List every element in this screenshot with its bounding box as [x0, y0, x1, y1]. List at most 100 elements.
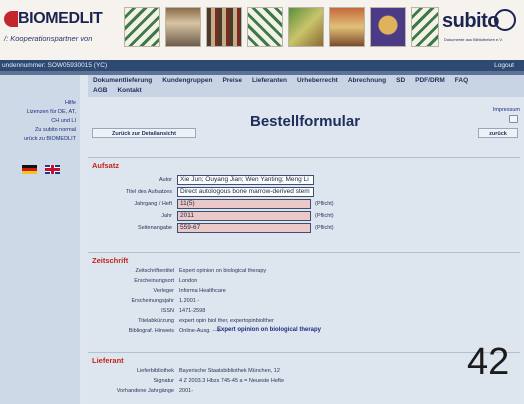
subito-tagline: Dokumente aus Bibliotheken e.V. [444, 37, 503, 42]
journal-row: Bibliograf. Hinweis Online-Ausg. ---> Ex… [88, 327, 520, 336]
nav-item-agb[interactable]: AGB [88, 87, 112, 97]
main-content: Impressum Bestellformular Zurück zur Det… [80, 97, 524, 404]
sidebar-link-back-biomedlit[interactable]: urück zu BIOMEDLIT [24, 135, 76, 144]
supplying-library-label: Lieferbibliothek [137, 368, 174, 374]
author-label: Autor [158, 177, 172, 183]
sidebar-link-help[interactable]: Hilfe [24, 99, 76, 108]
nav-item-kundengruppen[interactable]: Kundengruppen [157, 77, 217, 87]
publisher-value: Informa Healthcare [179, 288, 226, 294]
back-to-details-button[interactable]: Zurück zur Detailansicht [92, 128, 196, 138]
volume-issue-input[interactable]: 11(5) [177, 199, 311, 209]
supplier-row: Signatur 4 Z 2003.3 Hbzs 745-45 a = Neue… [88, 377, 520, 386]
print-icon[interactable] [509, 115, 518, 123]
form-row-article-title: Titel des Aufsatzes Direct autologous bo… [88, 187, 520, 198]
form-row-year: Jahr 2011 (Pflicht) [88, 211, 520, 222]
biomedlit-logo-mark [4, 11, 18, 27]
form-row-pages: Seitenangabe 559-67 (Pflicht) [88, 223, 520, 234]
article-title-label: Titel des Aufsatzes [126, 189, 172, 195]
nav-item-kontakt[interactable]: Kontakt [112, 87, 146, 97]
nav-item-lieferanten[interactable]: Lieferanten [247, 77, 292, 87]
supplier-row: Vorhandene Jahrgänge 2001- [88, 387, 520, 396]
nav-item-abrechnung[interactable]: Abrechnung [343, 77, 391, 87]
year-label: Jahr [161, 213, 172, 219]
sidebar-links: Hilfe Lizenzen für DE, AT, CH und LI Zu … [24, 99, 76, 144]
nav-item-faq[interactable]: FAQ [450, 77, 473, 87]
journal-title-value: Expert opinion on biological therapy [179, 268, 267, 274]
online-edition-link[interactable]: Expert opinion on biological therapy [217, 327, 321, 333]
header-image-tile [329, 7, 365, 47]
logout-link[interactable]: Logout [494, 62, 514, 69]
nav-item-dokumentlieferung[interactable]: Dokumentlieferung [88, 77, 157, 87]
language-flags [22, 165, 60, 174]
holdings-label: Vorhandene Jahrgänge [116, 388, 174, 394]
subito-logo-ring [494, 9, 516, 31]
title-abbreviation-value: expert opin biol ther, expertopinbiolthe… [179, 318, 274, 324]
english-flag-icon[interactable] [45, 165, 60, 174]
article-section: Aufsatz Autor Xie Jun; Ouyang Jian; Wen … [88, 157, 520, 247]
nav-item-sd[interactable]: SD [391, 77, 410, 87]
supplier-row: Lieferbibliothek Bayerische Staatsbiblio… [88, 367, 520, 376]
journal-section: Zeitschrift Zeitschriftentitel Expert op… [88, 252, 520, 347]
publication-place-label: Erscheinungsort [134, 278, 174, 284]
main-nav-row: AGB Kontakt [88, 87, 147, 97]
customer-number: undennummer: SOW05930015 (YC) [2, 62, 108, 69]
publication-year-value: 1.2001 - [179, 298, 200, 304]
year-input[interactable]: 2011 [177, 211, 311, 221]
form-row-author: Autor Xie Jun; Ouyang Jian; Wen Yanting;… [88, 175, 520, 186]
required-marker: (Pflicht) [315, 201, 334, 207]
shelfmark-value: 4 Z 2003.3 Hbzs 745-45 a = Neueste Hefte [179, 378, 285, 384]
required-marker: (Pflicht) [315, 213, 334, 219]
page-number: 42 [467, 341, 510, 383]
biomedlit-logo-subtitle: /: Kooperationspartner von [4, 34, 93, 43]
volume-issue-label: Jahrgang / Heft [134, 201, 172, 207]
header-image-tile [124, 7, 160, 47]
holdings-value: 2001- [179, 388, 194, 394]
page-title: Bestellformular [250, 113, 361, 130]
journal-row: Erscheinungsort London [88, 277, 520, 286]
sidebar-link-subito-normal[interactable]: Zu subito normal [24, 126, 76, 135]
bibliographic-note-value: Online-Ausg. ---> [179, 328, 222, 334]
header-image-tile [165, 7, 201, 47]
required-marker: (Pflicht) [315, 225, 334, 231]
account-bar: undennummer: SOW05930015 (YC) Logout [0, 60, 524, 71]
biomedlit-logo-title: BIOMEDLIT [18, 10, 103, 27]
journal-row: ISSN 1471-2598 [88, 307, 520, 316]
nav-item-urheberrecht[interactable]: Urheberrecht [292, 77, 343, 87]
header-image-tile [206, 7, 242, 47]
form-row-volume-issue: Jahrgang / Heft 11(5) (Pflicht) [88, 199, 520, 210]
header-image-tile [370, 7, 406, 47]
issn-label: ISSN [161, 308, 174, 314]
pages-label: Seitenangabe [138, 225, 172, 231]
header-image-tile [411, 7, 439, 47]
impressum-link[interactable]: Impressum [493, 107, 520, 113]
section-title-supplier: Lieferant [92, 356, 124, 365]
sidebar-link-licenses-cont[interactable]: CH und LI [24, 117, 76, 126]
header: BIOMEDLIT /: Kooperationspartner von sub… [0, 0, 524, 60]
german-flag-icon[interactable] [22, 165, 37, 174]
main-nav-row: Dokumentlieferung Kundengruppen Preise L… [88, 77, 473, 87]
issn-value: 1471-2598 [179, 308, 206, 314]
header-image-tile [247, 7, 283, 47]
section-title-article: Aufsatz [92, 161, 120, 170]
author-input[interactable]: Xie Jun; Ouyang Jian; Wen Yanting; Meng … [177, 175, 314, 185]
pages-input[interactable]: 559-67 [177, 223, 311, 233]
title-abbreviation-label: Titelabkürzung [138, 318, 174, 324]
shelfmark-label: Signatur [153, 378, 175, 384]
journal-row: Zeitschriftentitel Expert opinion on bio… [88, 267, 520, 276]
back-button[interactable]: zurück [478, 128, 518, 138]
header-image-tile [288, 7, 324, 47]
bibliographic-note-label: Bibliograf. Hinweis [128, 328, 174, 334]
biomedlit-logo[interactable]: BIOMEDLIT /: Kooperationspartner von [4, 8, 122, 48]
section-title-journal: Zeitschrift [92, 256, 129, 265]
subito-logo-text: subito [442, 10, 500, 32]
sidebar-link-licenses[interactable]: Lizenzen für DE, AT, [24, 108, 76, 117]
subito-logo[interactable]: subito Dokumente aus Bibliotheken e.V. [440, 6, 520, 50]
nav-item-pdf-drm[interactable]: PDF/DRM [410, 77, 450, 87]
article-title-input[interactable]: Direct autologous bone marrow-derived st… [177, 187, 314, 197]
supplying-library-value: Bayerische Staatsbibliothek München, 12 [179, 368, 280, 374]
nav-item-preise[interactable]: Preise [217, 77, 247, 87]
publisher-label: Verleger [153, 288, 175, 294]
supplier-section: Lieferant Lieferbibliothek Bayerische St… [88, 352, 520, 404]
journal-row: Erscheinungsjahr 1.2001 - [88, 297, 520, 306]
main-nav: Dokumentlieferung Kundengruppen Preise L… [88, 75, 524, 97]
